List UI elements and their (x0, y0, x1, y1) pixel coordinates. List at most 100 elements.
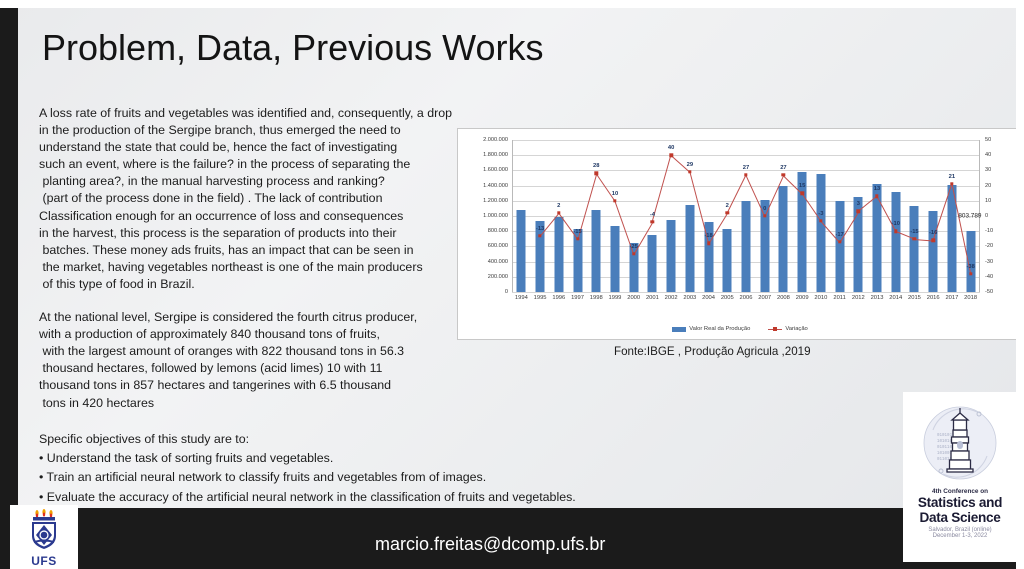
y-axis-right-tick: 50 (985, 137, 992, 143)
conference-line-1: 4th Conference on (931, 488, 989, 495)
chart-bar (741, 200, 751, 292)
paragraph-2: At the national level, Sergipe is consid… (39, 309, 469, 412)
page-title: Problem, Data, Previous Works (42, 27, 544, 68)
objective-line: Specific objectives of this study are to… (39, 432, 250, 446)
x-axis-tick: 2010 (814, 295, 828, 301)
legend-line-swatch-icon (768, 327, 783, 332)
chart-bar (816, 173, 826, 292)
chart-data-label: 13 (873, 186, 881, 193)
text-line: planting area?, in the manual harvesting… (39, 174, 385, 189)
chart-bar (591, 209, 601, 292)
chart-gridline (512, 140, 980, 141)
chart-line-marker (631, 252, 636, 256)
text-line: tons in 420 hectares (39, 395, 155, 410)
y-axis-right-tick: 10 (985, 197, 992, 204)
x-axis-tick: 2001 (645, 295, 659, 301)
chart-line-marker (819, 218, 823, 223)
chart-line-marker (538, 234, 542, 238)
chart-line-marker (650, 220, 655, 224)
y-axis-right-tick: -10 (985, 228, 994, 235)
chart-line-marker (557, 211, 561, 215)
x-axis-tick: 2004 (702, 295, 715, 301)
chart-gridline (512, 185, 980, 187)
x-axis-tick: 1997 (571, 295, 584, 301)
chart-data-label: -17 (835, 231, 844, 238)
y-axis-left-tick: 600.000 (487, 243, 508, 250)
x-axis-tick: 2013 (870, 295, 884, 301)
chart-data-label: -4 (649, 212, 655, 219)
x-axis-tick: 2007 (758, 295, 772, 301)
chart-bar (872, 184, 882, 292)
legend-bar-swatch-icon (672, 326, 687, 332)
chart-source-caption: Fonte:IBGE , Produção Agricula ,2019 (614, 345, 811, 358)
chart-data-label: 3 (856, 201, 860, 208)
objective-line: • Train an artificial neural network to … (39, 470, 487, 485)
chart-bar (722, 228, 732, 292)
chart-bar (835, 200, 845, 292)
chart-bar (647, 234, 657, 292)
chart-line-marker (968, 272, 973, 276)
legend-label: Variação (785, 326, 808, 332)
y-axis-right-tick: -50 (985, 289, 994, 295)
chart-data-label: 2 (557, 202, 561, 209)
legend-label: Valor Real da Produção (689, 326, 751, 332)
chart-data-label: 0 (763, 206, 767, 212)
chart-data-label: 40 (667, 145, 675, 152)
contact-email: marcio.freitas@dcomp.ufs.br (375, 534, 606, 554)
x-axis-tick: 2000 (627, 295, 641, 301)
text-line: understand the state that could be, henc… (39, 140, 398, 155)
chart-data-label: -13 (535, 225, 545, 232)
chart-gridline (512, 155, 980, 157)
y-axis-right-tick: 0 (985, 213, 989, 219)
y-axis-right-tick: -40 (985, 273, 994, 280)
chart-data-label: 28 (593, 163, 600, 170)
chart-bar (516, 209, 526, 292)
chart-data-label: -3 (818, 210, 824, 217)
text-line: in the harvest, this process is the sepa… (39, 225, 397, 240)
conference-line-2a: Statistics and (917, 495, 1003, 510)
chart-data-label: 10 (611, 190, 619, 197)
chart-data-label: -15 (910, 228, 919, 235)
chart-data-label: -16 (928, 230, 938, 237)
chart-line-segment (595, 173, 616, 202)
text-line: in the production of the Sergipe branch,… (39, 123, 401, 138)
x-axis-tick: 1998 (589, 295, 603, 301)
x-axis-tick: 2012 (851, 295, 865, 301)
y-axis-left-tick: 1.800.000 (483, 152, 508, 159)
text-line: such an event, where is the failure? in … (39, 157, 411, 172)
objectives-block: Specific objectives of this study are to… (39, 430, 739, 507)
top-white-margin (0, 0, 1024, 8)
chart-line-marker (594, 171, 598, 176)
x-axis-tick: 2006 (739, 295, 753, 301)
y-axis-left-tick: 0 (504, 289, 508, 295)
text-line: (part of the process done in the field) … (39, 191, 383, 206)
y-axis-left-tick: 1.000.000 (483, 213, 508, 219)
chart-bar (610, 225, 620, 292)
ufs-label: UFS (31, 554, 57, 568)
chart-bar (685, 204, 695, 292)
x-axis-tick: 2005 (720, 295, 734, 301)
text-line: with a production of approximately 840 t… (39, 327, 380, 342)
chart-data-label: -15 (573, 228, 582, 235)
text-line: A loss rate of fruits and vegetables was… (39, 106, 453, 120)
chart-bar (909, 205, 919, 292)
text-line: with the largest amount of oranges with … (39, 344, 405, 359)
x-axis-tick: 1995 (533, 295, 547, 301)
y-axis-right-tick: -30 (985, 258, 994, 265)
chart-line-marker (669, 153, 673, 157)
text-line: of this type of food in Brazil. (39, 276, 195, 291)
x-axis-tick: 2015 (908, 295, 921, 301)
right-white-margin (1016, 0, 1024, 569)
chart-line-marker (744, 173, 748, 177)
slide-canvas: Problem, Data, Previous Works A loss rat… (0, 0, 1024, 569)
y-axis-left-tick: 800.000 (487, 228, 508, 235)
chart-bar (928, 211, 938, 292)
chart-bar (891, 192, 901, 292)
chart-data-label: -10 (891, 221, 900, 228)
chart-annotation: 803.789 (958, 212, 982, 220)
x-axis-tick: 2018 (964, 295, 978, 301)
chart-line-marker (688, 170, 692, 174)
text-line: thousand tons in 857 hectares and tanger… (39, 378, 392, 393)
legend-item: Variação (768, 326, 808, 332)
chart-line-marker (613, 199, 617, 203)
